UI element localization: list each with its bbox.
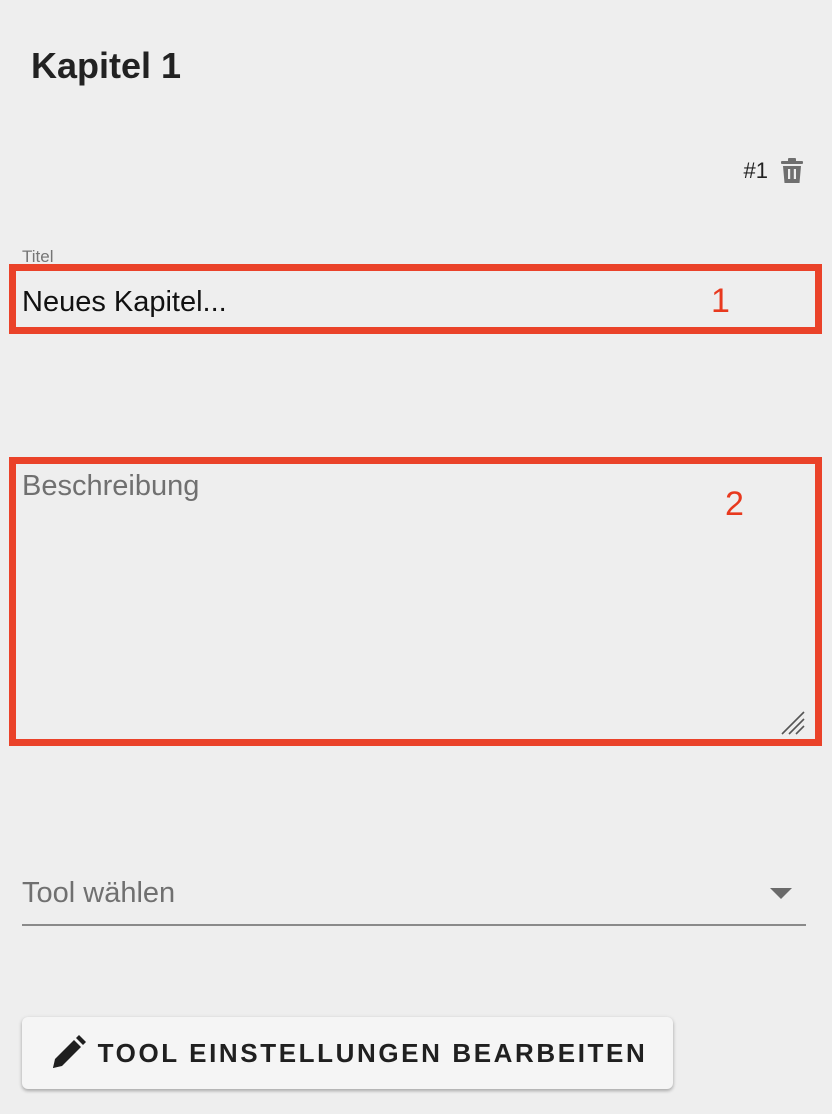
tool-select[interactable]: Tool wählen — [22, 858, 806, 926]
chapter-meta: #1 — [744, 156, 804, 186]
annotation-number-1: 1 — [711, 282, 730, 320]
resize-handle-icon[interactable] — [778, 708, 806, 736]
edit-tool-settings-button[interactable]: TOOL EINSTELLUNGEN BEARBEITEN — [22, 1017, 673, 1089]
title-field-label: Titel — [22, 247, 54, 266]
trash-icon[interactable] — [780, 157, 804, 185]
chapter-index: #1 — [743, 158, 768, 183]
tool-select-label: Tool wählen — [22, 877, 176, 909]
page-title: Kapitel 1 — [31, 45, 182, 86]
description-field[interactable] — [22, 470, 806, 732]
pencil-icon — [48, 1033, 88, 1073]
edit-tool-settings-label: TOOL EINSTELLUNGEN BEARBEITEN — [97, 1037, 648, 1068]
chevron-down-icon — [770, 888, 792, 899]
annotation-number-2: 2 — [725, 485, 744, 523]
title-field[interactable] — [22, 281, 802, 323]
chapter-editor: Kapitel 1 #1 Titel 1 2 Tool wählen — [0, 0, 832, 1114]
